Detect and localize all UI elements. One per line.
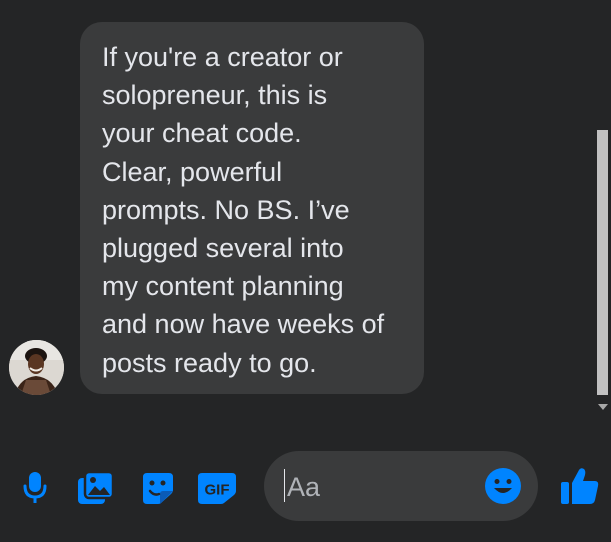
scroll-down-arrow-icon[interactable] [598, 404, 608, 410]
message-line: and now have weeks of [102, 309, 385, 340]
avatar-image [9, 340, 64, 395]
gif-button[interactable]: GIF [197, 470, 237, 506]
scrollbar[interactable] [594, 0, 611, 420]
photo-icon [78, 471, 115, 504]
message-line: your cheat code. [102, 118, 302, 149]
chat-area: If you're a creator or solopreneur, this… [0, 0, 611, 432]
message-line: prompts. No BS. I’ve [102, 194, 350, 225]
message-line: plugged several into [102, 233, 344, 264]
gif-icon: GIF [198, 473, 236, 504]
message-line: solopreneur, this is [102, 80, 328, 111]
avatar[interactable] [9, 340, 64, 395]
scrollbar-thumb[interactable] [597, 130, 608, 395]
sticker-button[interactable] [138, 470, 178, 506]
emoji-button[interactable] [484, 467, 522, 505]
message-line: If you're a creator or [102, 42, 343, 72]
voice-clip-button[interactable] [15, 470, 55, 506]
sticker-icon [143, 473, 173, 504]
attach-photo-button[interactable] [76, 470, 116, 506]
microphone-icon [23, 472, 47, 503]
gif-label: GIF [205, 482, 230, 499]
message-line: Clear, powerful [102, 156, 283, 187]
message-composer: GIF [0, 432, 611, 542]
thumbs-up-icon [561, 468, 599, 504]
like-button[interactable] [558, 465, 602, 507]
message-line: my content planning [102, 271, 344, 302]
message-bubble[interactable]: If you're a creator or solopreneur, this… [80, 22, 424, 394]
message-input[interactable] [287, 471, 477, 503]
message-line: posts ready to go. [102, 347, 317, 378]
message-input-container[interactable] [264, 451, 538, 521]
text-caret [284, 469, 285, 502]
emoji-icon [485, 468, 521, 504]
